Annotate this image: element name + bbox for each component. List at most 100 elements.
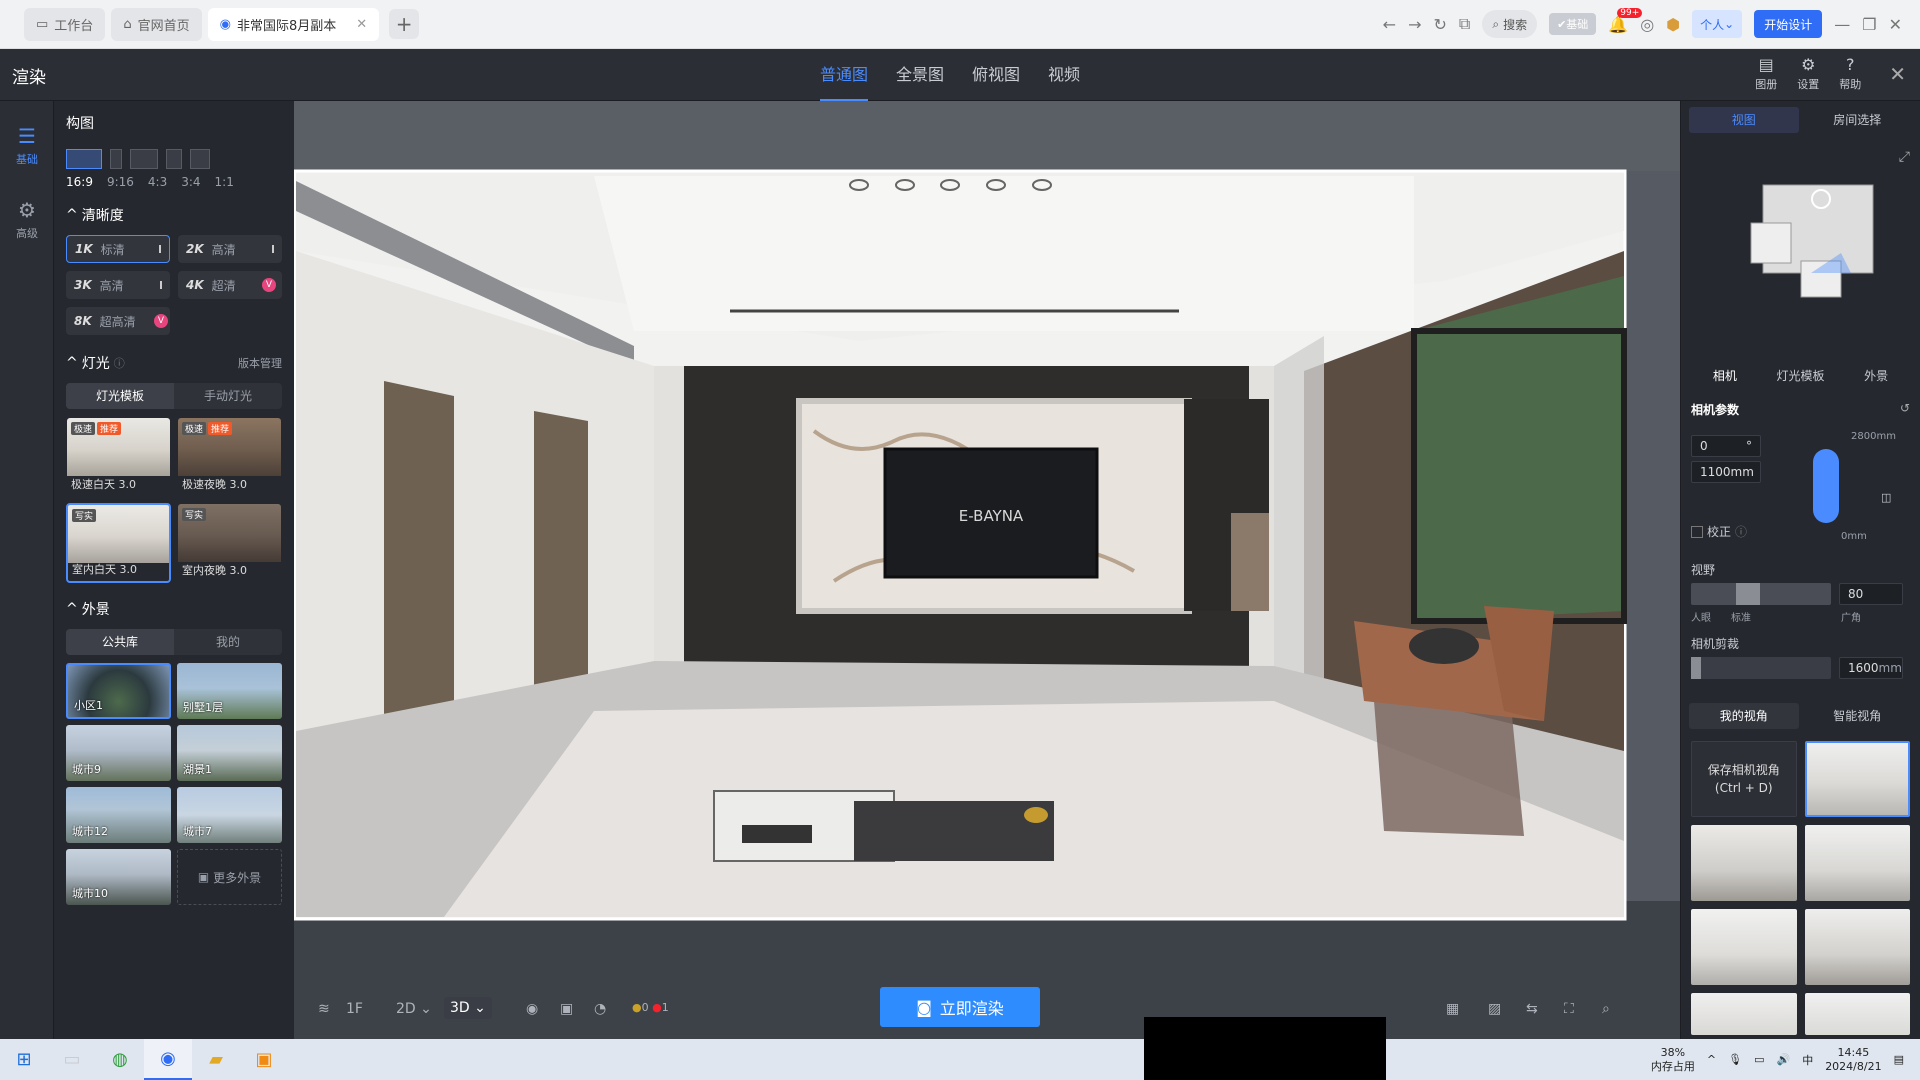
resolution-2k[interactable]: 2K 高清 — [178, 235, 282, 263]
saved-view-thumbnail[interactable] — [1691, 909, 1797, 985]
folder-icon[interactable]: ▰ — [192, 1039, 240, 1080]
light-title[interactable]: ^ 灯光 ⓘ 版本管理 — [66, 353, 282, 373]
rail-item-advanced[interactable]: ⚙ 高级 — [0, 189, 54, 249]
saved-view-thumbnail[interactable] — [1691, 993, 1797, 1035]
tab-view[interactable]: 视图 — [1689, 107, 1799, 133]
version-management-link[interactable]: 版本管理 — [238, 355, 282, 371]
help-button[interactable]: ? 帮助 — [1839, 55, 1861, 92]
tab-my-views[interactable]: 我的视角 — [1689, 703, 1799, 729]
refresh-icon[interactable]: ↻ — [1433, 15, 1446, 34]
tab-room-select[interactable]: 房间选择 — [1803, 107, 1913, 133]
swap-view-icon[interactable]: ⇆ — [1526, 1001, 1538, 1017]
calibrate-checkbox[interactable]: 校正 ⓘ — [1691, 523, 1747, 540]
saved-view-thumbnail[interactable] — [1804, 825, 1910, 901]
browser-tab-workbench[interactable]: ▭ 工作台 — [24, 7, 106, 41]
expand-icon[interactable]: ⤢ — [1899, 149, 1910, 165]
ratio-3-4-box[interactable] — [166, 149, 182, 169]
tab-camera[interactable]: 相机 — [1689, 363, 1761, 389]
eye-icon[interactable]: ◉ — [526, 1001, 538, 1017]
notification-icon[interactable]: 🔔 99+ — [1608, 7, 1643, 34]
back-icon[interactable]: ← — [1383, 15, 1396, 34]
light-template-item[interactable]: 写实 室内白天 3.0 — [66, 503, 171, 583]
target-icon[interactable]: ◎ — [1640, 15, 1654, 34]
exterior-item[interactable]: 城市12 — [66, 787, 171, 843]
angle-input[interactable]: 0 ° — [1691, 435, 1761, 457]
public-library-tab[interactable]: 公共库 — [66, 629, 174, 655]
zoom-search-icon[interactable]: ⌕ — [1602, 1001, 1610, 1017]
light-template-item[interactable]: 极速 推荐 极速白天 3.0 — [66, 417, 171, 497]
ratio-label[interactable]: 16:9 — [66, 175, 93, 189]
saved-view-thumbnail[interactable] — [1804, 741, 1910, 817]
resolution-1k[interactable]: 1K 标清 — [66, 235, 170, 263]
network-icon[interactable]: ▭ — [1754, 1053, 1764, 1066]
search-button[interactable]: ⌕ 搜索 — [1482, 10, 1538, 38]
light-template-item[interactable]: 极速 推荐 极速夜晚 3.0 — [177, 417, 282, 497]
close-tab-icon[interactable]: ✕ — [356, 17, 367, 32]
chevron-up-icon[interactable]: ^ — [1707, 1053, 1716, 1066]
ratio-label[interactable]: 3:4 — [181, 175, 200, 189]
cube-icon[interactable]: ⬢ — [1666, 15, 1680, 34]
ratio-label[interactable]: 4:3 — [148, 175, 167, 189]
fov-slider-thumb[interactable] — [1736, 583, 1760, 605]
saved-view-thumbnail[interactable] — [1804, 993, 1910, 1035]
resolution-4k[interactable]: 4K 超清 V — [178, 271, 282, 299]
tab-exterior[interactable]: 外景 — [1840, 363, 1912, 389]
minimize-icon[interactable]: — — [1834, 15, 1850, 34]
ratio-1-1-box[interactable] — [190, 149, 210, 169]
vip-badge[interactable]: ✔ 基础 — [1549, 13, 1597, 35]
fov-slider[interactable] — [1691, 583, 1831, 605]
restore-icon[interactable]: ❐ — [1862, 15, 1876, 34]
layers-icon[interactable]: ≋ — [318, 1001, 330, 1017]
ratio-label[interactable]: 9:16 — [107, 175, 134, 189]
tab-top-view[interactable]: 俯视图 — [972, 49, 1020, 101]
new-tab-button[interactable]: + — [389, 9, 420, 39]
volume-icon[interactable]: 🔊 — [1776, 1053, 1790, 1066]
notification-center-icon[interactable]: ▤ — [1894, 1053, 1904, 1066]
saved-view-thumbnail[interactable] — [1691, 825, 1797, 901]
chat-icon[interactable]: ▭ — [48, 1039, 96, 1080]
tab-panorama[interactable]: 全景图 — [896, 49, 944, 101]
clock[interactable]: 14:45 2024/8/21 — [1825, 1046, 1881, 1074]
manual-light-tab[interactable]: 手动灯光 — [174, 383, 282, 409]
height-slider-handle[interactable] — [1813, 449, 1839, 523]
render-now-button[interactable]: ◙ 立即渲染 — [880, 987, 1040, 1027]
tab-light-template[interactable]: 灯光模板 — [1765, 363, 1837, 389]
exterior-item[interactable]: 城市7 — [177, 787, 282, 843]
forward-icon[interactable]: → — [1408, 15, 1421, 34]
gauge-icon[interactable]: ◔ — [594, 1001, 606, 1017]
exterior-title[interactable]: ^ 外景 — [66, 599, 282, 619]
clarity-title[interactable]: ^ 清晰度 — [66, 205, 282, 225]
window-close-icon[interactable]: ✕ — [1889, 15, 1902, 34]
ratio-16-9-box[interactable] — [66, 149, 102, 169]
height-input[interactable]: 1100mm — [1691, 461, 1761, 483]
copy-icon[interactable]: ⧉ — [1459, 14, 1470, 34]
app-icon[interactable]: ◉ — [144, 1039, 192, 1080]
resolution-8k[interactable]: 8K 超高清 V — [66, 307, 170, 335]
ratio-label[interactable]: 1:1 — [215, 175, 234, 189]
my-exterior-tab[interactable]: 我的 — [174, 629, 282, 655]
saved-view-thumbnail[interactable] — [1804, 909, 1910, 985]
floor-plan-minimap[interactable]: ⤢ — [1691, 143, 1910, 353]
browser-tab-design[interactable]: ◉ 非常国际8月副本 ✕ — [207, 7, 380, 41]
clip-input[interactable]: 1600 mm — [1839, 657, 1903, 679]
mode-3d-dropdown[interactable]: 3D ⌄ — [444, 997, 492, 1019]
microphone-icon[interactable]: 🎙 — [1728, 1053, 1742, 1066]
resolution-3k[interactable]: 3K 高清 — [66, 271, 170, 299]
image-icon[interactable]: ▨ — [1488, 1001, 1501, 1017]
more-exterior-button[interactable]: ▣ 更多外景 — [177, 849, 282, 905]
start-design-button[interactable]: 开始设计 — [1754, 10, 1823, 38]
personal-dropdown[interactable]: 个人 ⌄ — [1692, 10, 1743, 38]
exterior-item[interactable]: 城市9 — [66, 725, 171, 781]
light-template-tab[interactable]: 灯光模板 — [66, 383, 174, 409]
browser-green-icon[interactable]: ◍ — [96, 1039, 144, 1080]
browser-tab-homepage[interactable]: ⌂ 官网首页 — [111, 7, 202, 41]
input-method-icon[interactable]: 中 — [1802, 1052, 1813, 1068]
exterior-item[interactable]: 湖景1 — [177, 725, 282, 781]
render-viewport[interactable]: E-BAYNA — [294, 101, 1680, 1039]
exterior-item[interactable]: 小区1 — [66, 663, 171, 719]
rail-item-basic[interactable]: ☰ 基础 — [0, 115, 54, 175]
fov-input[interactable]: 80 — [1839, 583, 1903, 605]
exterior-item[interactable]: 别墅1层 — [177, 663, 282, 719]
mode-2d-dropdown[interactable]: 2D ⌄ — [396, 1001, 432, 1017]
floor-selector[interactable]: 1F — [346, 1001, 363, 1017]
